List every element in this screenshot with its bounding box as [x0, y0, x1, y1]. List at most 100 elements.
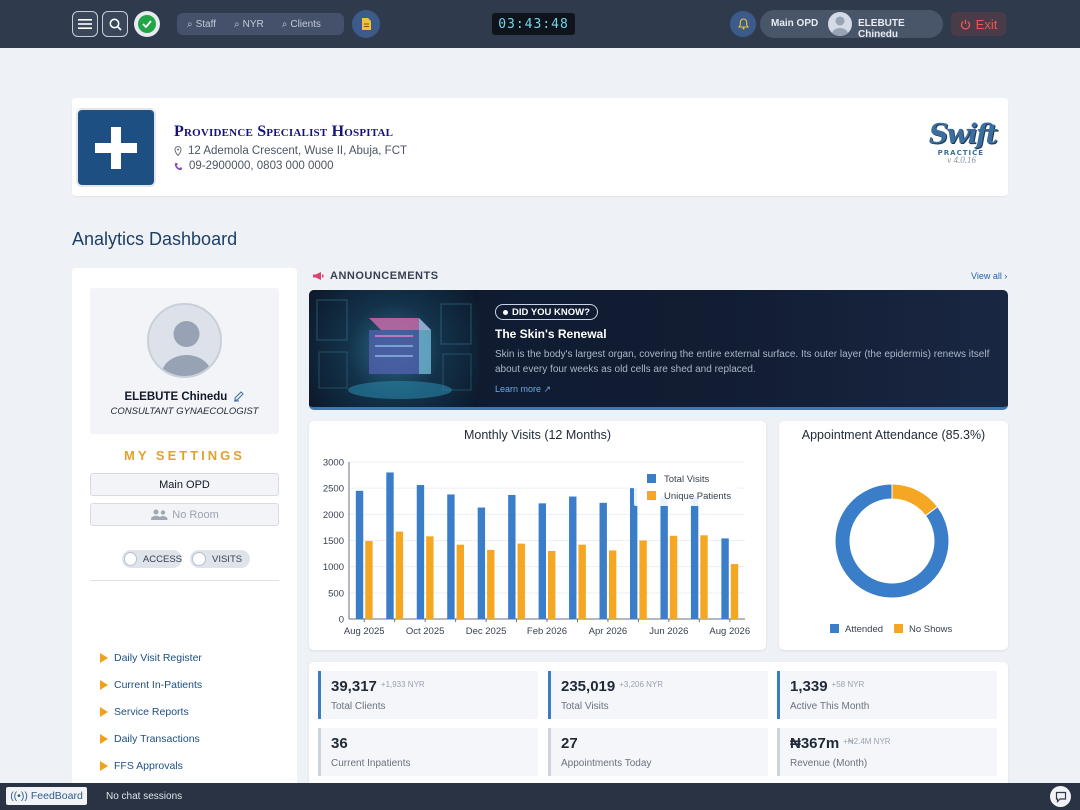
did-you-know-chip: DID YOU KNOW? [495, 304, 598, 320]
bar-unique-patients [578, 544, 586, 619]
bar-total-visits [569, 496, 577, 619]
user-menu[interactable]: Main OPD ELEBUTE Chinedu [760, 10, 943, 40]
chart-title: Monthly Visits (12 Months) [463, 428, 612, 442]
exit-button[interactable]: Exit [951, 12, 1006, 36]
triangle-icon [100, 680, 108, 690]
bar-total-visits [386, 472, 394, 619]
legend-label: No Shows [909, 624, 953, 635]
stat-card: 235,019 +3,206 NYR Total Visits [548, 671, 768, 719]
triangle-icon [100, 653, 108, 663]
stat-card: 27 Appointments Today [548, 728, 768, 776]
hospital-logo [78, 110, 154, 185]
announcements-heading: ANNOUNCEMENTS [312, 270, 439, 282]
power-icon [960, 19, 970, 29]
page-title: Analytics Dashboard [72, 229, 238, 249]
top-bar: ⌕ Staff ⌕ NYR ⌕ Clients 03:43:48 Main OPD E… [0, 0, 1080, 48]
user-icon [161, 321, 212, 376]
bar-unique-patients [639, 540, 647, 619]
user-icon [832, 16, 848, 36]
edit-icon[interactable] [233, 390, 245, 402]
triangle-icon [100, 761, 108, 771]
learn-more-link[interactable]: Learn more ↗ [495, 384, 551, 395]
menu-button[interactable] [72, 11, 98, 37]
search-button[interactable] [102, 11, 128, 37]
skin-layers-graphic [316, 299, 472, 399]
clock-display: 03:43:48 [492, 13, 575, 35]
medical-cross-icon [95, 126, 137, 169]
legend-swatch [647, 491, 656, 500]
search-clients[interactable]: ⌕ Clients [264, 19, 321, 30]
avatar [147, 303, 222, 378]
bar-unique-patients [456, 544, 465, 619]
search-staff[interactable]: ⌕ Staff [177, 19, 216, 30]
bar-unique-patients [548, 550, 556, 619]
megaphone-icon [313, 272, 324, 280]
legend-label: Attended [845, 624, 883, 635]
visits-toggle[interactable]: VISITS [190, 550, 250, 568]
status-ok-button[interactable] [134, 11, 160, 37]
bar-total-visits [721, 538, 729, 619]
feedboard-button[interactable]: ((•)) FeedBoard [6, 787, 87, 805]
notifications-button[interactable] [730, 11, 756, 37]
y-tick-label: 500 [328, 588, 344, 599]
profile-card: ELEBUTE Chinedu CONSULTANT GYNAECOLOGIST [90, 288, 279, 434]
legend-swatch [647, 474, 656, 483]
document-icon [361, 18, 371, 30]
chat-button[interactable] [1050, 786, 1071, 807]
y-tick-label: 0 [339, 615, 344, 626]
x-tick-label: Oct 2025 [406, 626, 445, 637]
bar-total-visits [416, 485, 425, 619]
skin-illustration [309, 290, 479, 407]
announcement-body: Skin is the body's largest organ, coveri… [495, 349, 990, 375]
phone-icon [174, 162, 183, 170]
bar-total-visits [690, 496, 699, 619]
stat-card: 1,339 +58 NYR Active This Month [777, 671, 997, 719]
swift-practice-logo: Swift PRACTICE v 4.0.16 [906, 120, 998, 166]
chart-title: Appointment Attendance (85.3%) [801, 428, 986, 442]
triangle-icon [100, 707, 108, 717]
legend-swatch [894, 624, 903, 633]
y-tick-label: 2000 [323, 510, 344, 521]
menu-item-current-in-patients[interactable]: Current In-Patients [100, 679, 202, 691]
profile-role: CONSULTANT GYNAECOLOGIST [110, 406, 259, 417]
x-tick-label: Aug 2025 [344, 626, 385, 637]
bar-unique-patients [730, 564, 739, 619]
view-all-link[interactable]: View all › [971, 271, 1007, 281]
menu-item-service-reports[interactable]: Service Reports [100, 706, 189, 718]
location-selector[interactable]: Main OPD [90, 473, 279, 496]
bar-total-visits [355, 490, 364, 619]
bar-total-visits [629, 488, 638, 619]
search-nyr[interactable]: ⌕ NYR [216, 19, 264, 30]
stats-panel: 39,317 +1,933 NYR Total Clients 235,019 +3… [309, 662, 1008, 787]
profile-panel: ELEBUTE Chinedu CONSULTANT GYNAECOLOGIST… [72, 268, 297, 788]
room-selector[interactable]: No Room [90, 503, 279, 526]
check-icon [142, 20, 152, 28]
search-icon: ⌕ [187, 18, 193, 30]
announcement-banner[interactable]: DID YOU KNOW? The Skin's Renewal Skin is… [309, 290, 1008, 410]
triangle-icon [100, 734, 108, 744]
announcement-title: The Skin's Renewal [495, 327, 607, 341]
hospital-name: Providence Specialist Hospital [174, 123, 394, 140]
access-toggle[interactable]: ACCESS [122, 550, 182, 568]
hospital-phone: 09-2900000, 0803 000 0000 [174, 160, 334, 172]
legend-swatch [830, 624, 839, 633]
x-tick-label: Dec 2025 [466, 626, 507, 637]
location-pin-icon [174, 146, 182, 156]
hamburger-icon [78, 19, 92, 29]
attendance-card: Appointment Attendance (85.3%) Attended N… [779, 421, 1008, 650]
search-icon: ⌕ [281, 18, 288, 30]
profile-name: ELEBUTE Chinedu [90, 390, 279, 403]
menu-item-daily-visit-register[interactable]: Daily Visit Register [100, 652, 202, 664]
chat-icon [1055, 791, 1066, 803]
document-button[interactable] [352, 10, 380, 38]
bar-unique-patients [669, 535, 678, 619]
x-tick-label: Jun 2026 [649, 626, 688, 637]
menu-item-ffs-approvals[interactable]: FFS Approvals [100, 760, 183, 772]
menu-item-daily-transactions[interactable]: Daily Transactions [100, 733, 200, 745]
bar-unique-patients [395, 531, 404, 619]
user-name: ELEBUTE Chinedu [858, 18, 905, 40]
broadcast-icon: ((•)) [10, 790, 28, 802]
legend-label: Total Visits [664, 474, 709, 485]
monthly-visits-card: Monthly Visits (12 Months) 0 500 1000 1500 2… [309, 421, 766, 650]
bar-total-visits [538, 503, 546, 619]
